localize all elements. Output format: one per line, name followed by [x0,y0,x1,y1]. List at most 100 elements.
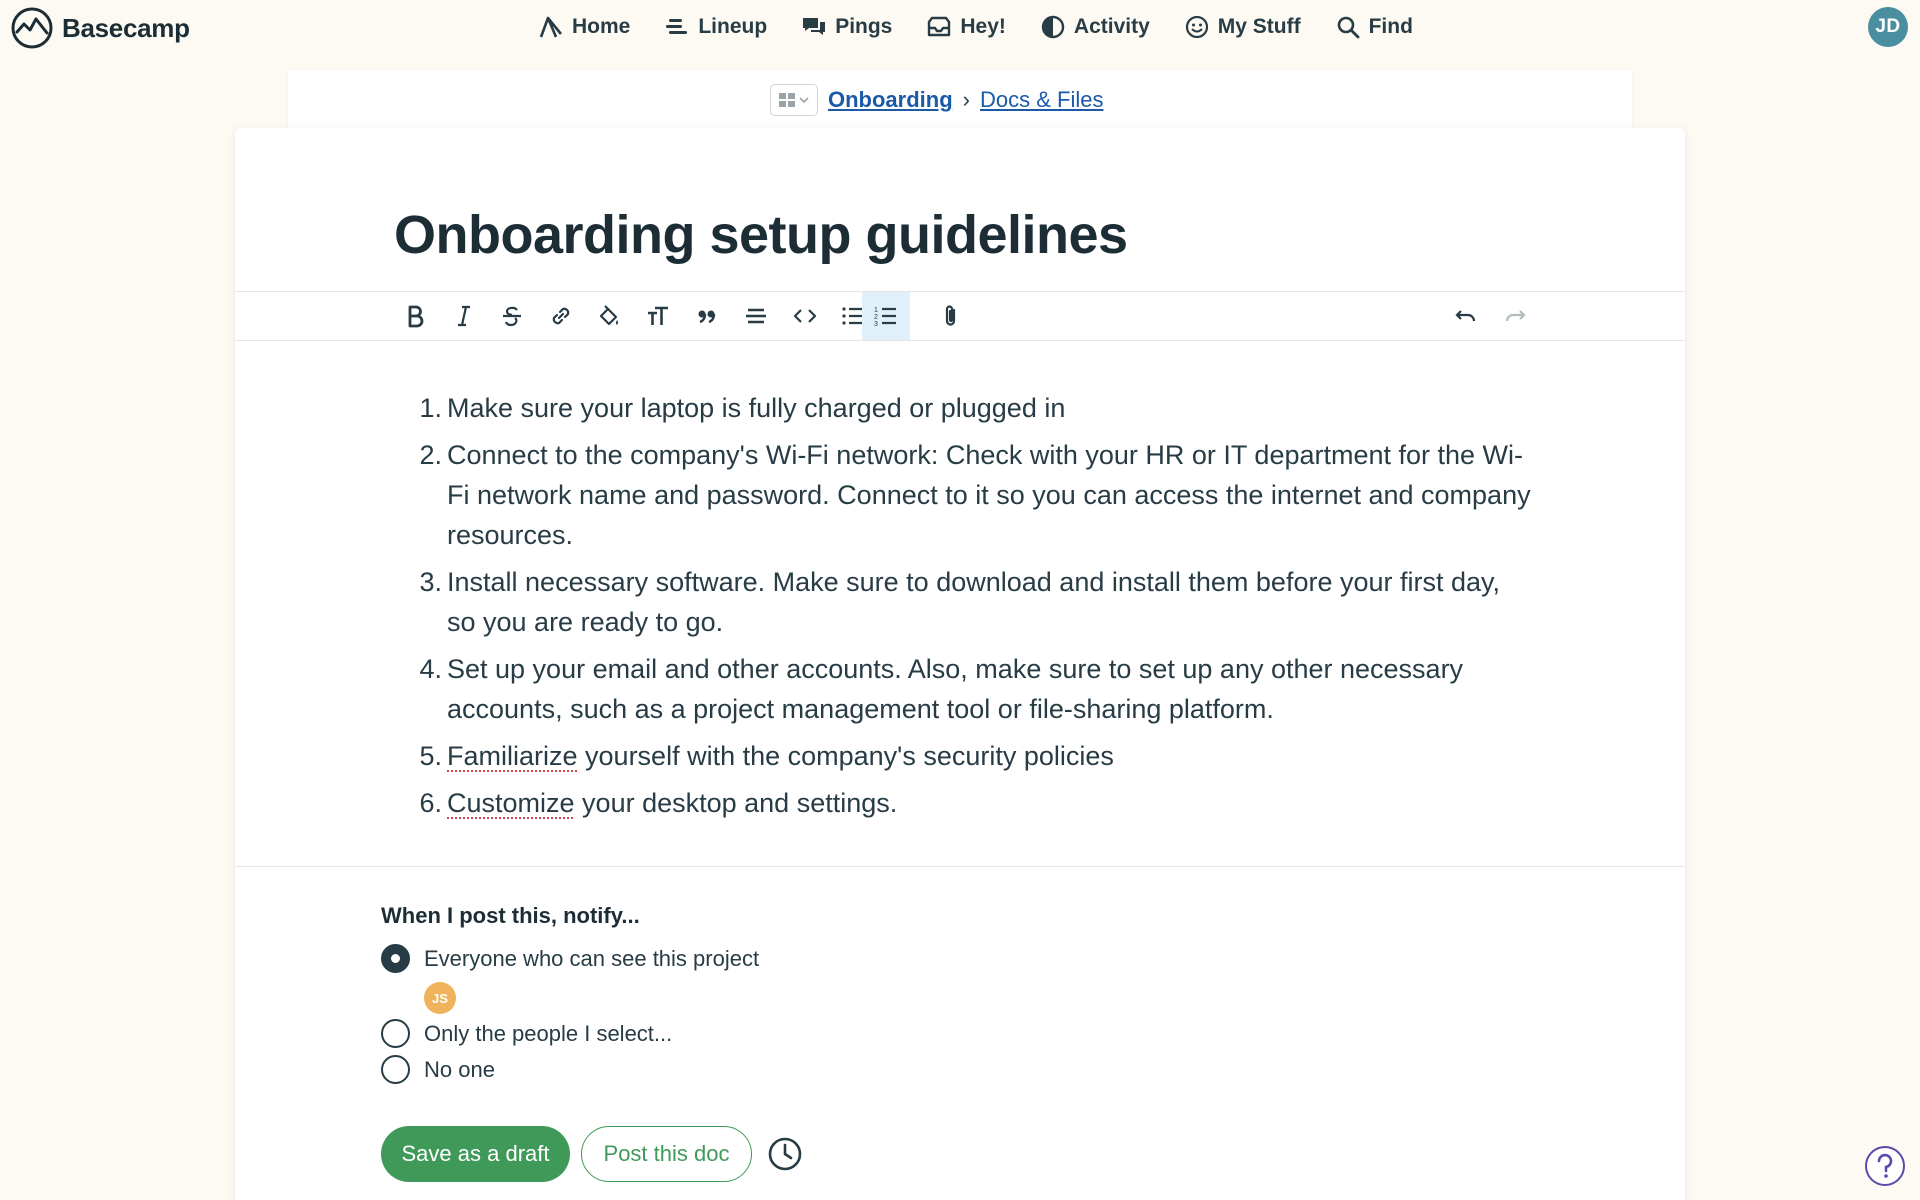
nav-activity[interactable]: Activity [1040,10,1150,44]
radio-button[interactable] [381,1019,410,1048]
redo-icon [1505,310,1526,322]
list-item-text: Make sure your laptop is fully charged o… [447,393,1066,423]
basecamp-logo-icon [11,7,53,49]
inbox-icon [928,16,951,37]
main-nav: Home Lineup Pings Hey! Activity My Stuff… [538,10,1447,44]
notify-option-everyone[interactable]: Everyone who can see this project [381,944,759,973]
team-member-avatar: JS [424,982,456,1014]
list-item-text: Connect to the company's Wi-Fi network: … [447,440,1531,550]
italic-button[interactable] [440,292,488,340]
notify-option-label: Only the people I select... [424,1020,673,1046]
nav-pings[interactable]: Pings [801,10,892,44]
list-item-text: Set up your email and other accounts. Al… [447,654,1464,724]
heading-icon [648,306,668,325]
list-item-number: 5. [419,741,442,771]
undo-icon [1455,310,1476,322]
schedule-clock-icon[interactable] [767,1136,803,1172]
nav-home[interactable]: Home [538,10,630,44]
chevron-down-icon [799,97,809,104]
basecamp-logo[interactable]: Basecamp [10,6,190,50]
list-item: 2. Connect to the company's Wi-Fi network… [412,435,1532,555]
attachment-button[interactable] [927,292,975,340]
numbered-list-button[interactable]: 123 [862,292,910,340]
breadcrumb-section-link[interactable]: Docs & Files [980,87,1103,113]
document-title[interactable]: Onboarding setup guidelines [394,204,1128,266]
top-nav-bar: Basecamp Home Lineup Pings Hey! Activity… [0,0,1920,54]
link-icon [552,307,570,325]
list-item: 3. Install necessary software. Make sure … [412,562,1532,642]
nav-my-stuff-label: My Stuff [1217,15,1301,38]
notify-heading: When I post this, notify... [381,903,640,928]
divider-icon [746,308,766,324]
user-avatar[interactable]: JD [1868,7,1908,47]
list-item: 6. Customize your desktop and settings. [412,783,1532,823]
heading-button[interactable] [634,292,682,340]
misspelled-word[interactable]: Familiarize [447,741,578,771]
nav-lineup[interactable]: Lineup [664,10,767,44]
redo-button[interactable] [1491,292,1539,340]
pings-icon [803,18,826,35]
list-item-number: 6. [419,788,442,818]
list-item-number: 3. [419,567,442,597]
section-divider [235,866,1685,867]
list-item-text: your desktop and settings. [574,788,898,818]
notify-option-no-one[interactable]: No one [381,1055,495,1084]
strikethrough-icon [503,306,521,327]
document-body-editor[interactable]: 1. Make sure your laptop is fully charged… [412,388,1532,830]
list-item: 1. Make sure your laptop is fully charged… [412,388,1532,428]
italic-icon [458,305,470,327]
home-icon [539,16,563,38]
lineup-icon [666,19,688,34]
post-doc-button[interactable]: Post this doc [581,1126,752,1182]
divider-button[interactable] [732,292,780,340]
strikethrough-button[interactable] [488,292,536,340]
smiley-icon [1185,15,1208,39]
nav-activity-label: Activity [1073,15,1150,38]
nav-pings-label: Pings [835,15,893,38]
help-icon[interactable] [1864,1145,1906,1187]
search-icon [1337,16,1359,39]
code-icon [793,309,817,323]
nav-find-label: Find [1368,15,1413,38]
quote-icon [698,310,716,324]
bold-button[interactable] [391,292,439,340]
highlight-icon [599,305,618,326]
app-name: Basecamp [62,12,190,43]
list-item: 4. Set up your email and other accounts. … [412,649,1532,729]
project-switcher-button[interactable] [770,84,818,116]
notify-option-label: Everyone who can see this project [424,945,760,971]
grid-icon [779,93,795,107]
list-item-text: yourself with the company's security pol… [577,741,1114,771]
breadcrumb-separator: › [962,87,970,112]
nav-lineup-label: Lineup [698,15,768,38]
svg-text:2: 2 [874,314,878,321]
misspelled-word[interactable]: Customize [447,788,575,818]
list-item-text: Install necessary software. Make sure to… [447,567,1501,637]
attachment-icon [945,305,956,326]
quote-button[interactable] [683,292,731,340]
radio-button[interactable] [381,1055,410,1084]
breadcrumb-project-link[interactable]: Onboarding [828,87,953,113]
undo-button[interactable] [1442,292,1490,340]
nav-home-label: Home [572,15,631,38]
highlight-button[interactable] [585,292,633,340]
editor-toolbar: 123 [235,291,1685,341]
list-item-number: 1. [419,393,442,423]
numbered-list-icon: 123 [874,307,896,328]
link-button[interactable] [537,292,585,340]
radio-button-checked[interactable] [381,944,410,973]
notify-option-label: No one [424,1056,495,1082]
save-draft-button[interactable]: Save as a draft [381,1126,570,1182]
nav-my-stuff[interactable]: My Stuff [1184,10,1301,44]
svg-text:3: 3 [874,321,878,328]
bold-icon [408,305,424,328]
notify-option-select-people[interactable]: Only the people I select... [381,1019,672,1048]
breadcrumb: Onboarding › Docs & Files [770,84,1103,116]
code-button[interactable] [781,292,829,340]
nav-find[interactable]: Find [1335,10,1413,44]
svg-text:1: 1 [874,307,878,314]
nav-hey[interactable]: Hey! [926,10,1006,44]
numbered-list: 1. Make sure your laptop is fully charged… [412,388,1532,823]
list-item-number: 4. [419,654,442,684]
list-item: 5. Familiarize yourself with the company'… [412,736,1532,776]
